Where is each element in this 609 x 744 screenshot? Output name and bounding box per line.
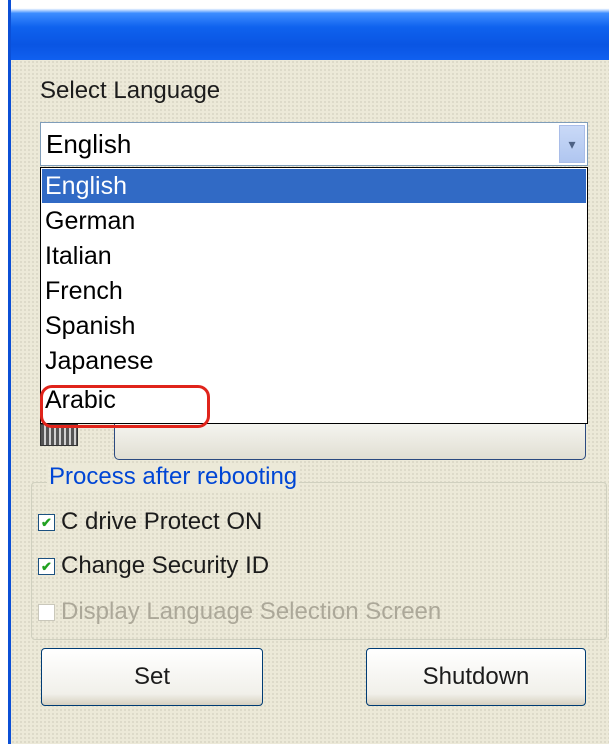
change-security-id-label: Change Security ID [61,552,270,579]
language-option-english[interactable]: English [42,169,586,203]
dialog-window: Select Language English ▾ English German… [8,0,609,744]
chevron-down-icon[interactable]: ▾ [559,125,585,163]
arabic-highlight-annotation [40,385,210,428]
set-button[interactable]: Set [41,648,263,706]
display-language-selection-label: Display Language Selection Screen [61,598,442,625]
display-language-selection-option[interactable]: Display Language Selection Screen [38,598,441,626]
title-bar[interactable] [11,0,609,60]
change-security-id-checkbox[interactable]: ✔ [38,557,55,575]
language-option-italian[interactable]: Italian [42,239,586,273]
language-option-german[interactable]: German [42,204,586,238]
language-option-french[interactable]: French [42,274,586,308]
process-after-rebooting-title: Process after rebooting [47,463,300,491]
display-language-selection-checkbox[interactable] [38,603,55,621]
language-dropdown-value: English [46,129,132,159]
language-option-spanish[interactable]: Spanish [42,309,586,343]
c-drive-protect-checkbox[interactable]: ✔ [38,513,55,531]
c-drive-protect-option[interactable]: ✔ C drive Protect ON [38,508,262,536]
shutdown-button[interactable]: Shutdown [366,648,586,706]
keyboard-layout-button[interactable] [114,424,586,460]
select-language-label: Select Language [40,77,221,104]
change-security-id-option[interactable]: ✔ Change Security ID [38,552,269,580]
language-option-japanese[interactable]: Japanese [42,344,586,378]
c-drive-protect-label: C drive Protect ON [61,508,263,535]
language-dropdown[interactable]: English ▾ [40,122,588,166]
